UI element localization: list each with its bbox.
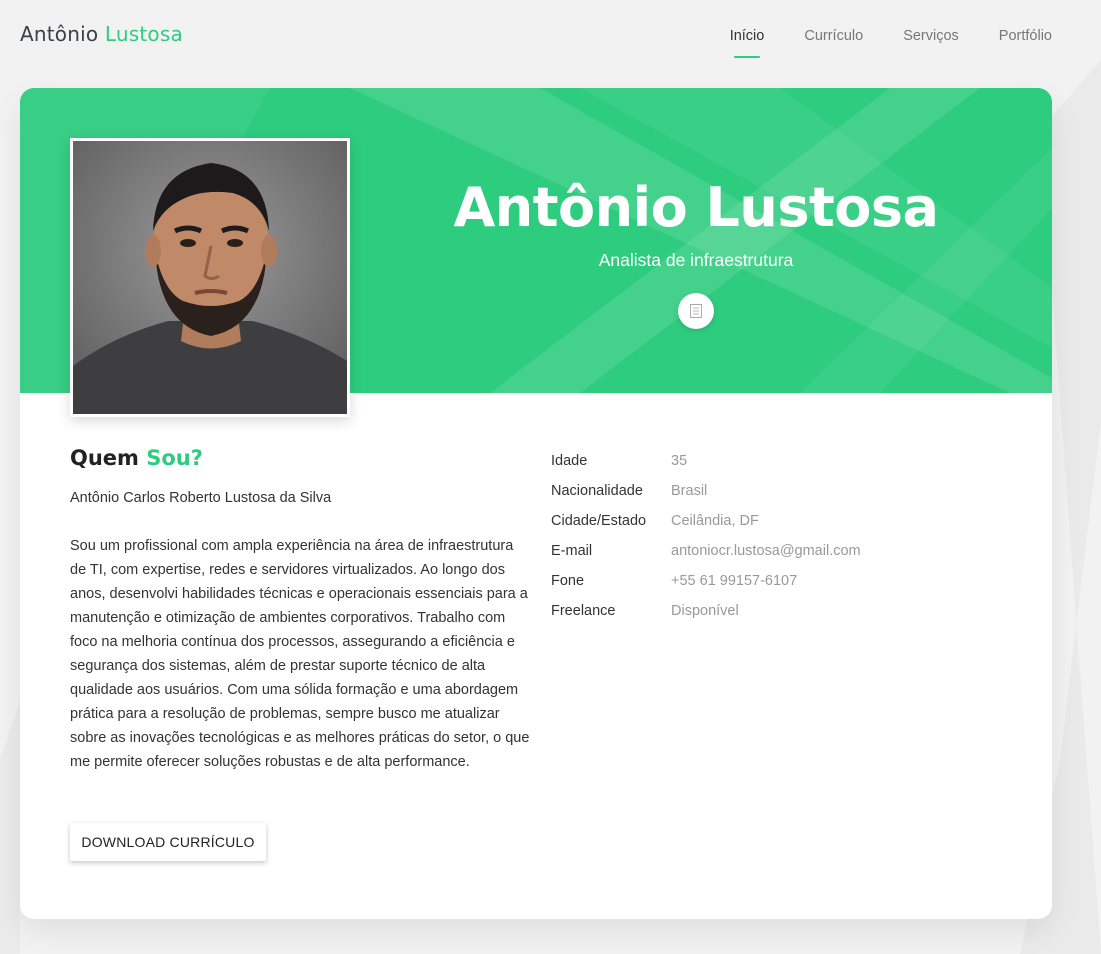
info-label: E-mail bbox=[551, 543, 593, 559]
info-value: Disponível bbox=[671, 603, 739, 619]
download-cv-button[interactable]: DOWNLOAD CURRÍCULO bbox=[70, 823, 266, 861]
site-header: Antônio Lustosa Início Currículo Serviço… bbox=[0, 0, 1101, 74]
info-row-nationality: Nacionalidade Brasil bbox=[551, 476, 861, 506]
info-value: Ceilândia, DF bbox=[671, 513, 759, 529]
info-row-age: Idade 35 bbox=[551, 446, 861, 476]
profile-card: Antônio Lustosa Analista de infraestrutu… bbox=[20, 88, 1052, 919]
info-row-freelance: Freelance Disponível bbox=[551, 596, 861, 626]
phone-link[interactable]: +55 61 99157-6107 bbox=[671, 573, 797, 589]
email-link[interactable]: antoniocr.lustosa@gmail.com bbox=[671, 543, 861, 559]
nav-curriculo[interactable]: Currículo bbox=[804, 28, 863, 44]
info-label: Fone bbox=[551, 573, 585, 589]
bio-text: Sou um profissional com ampla experiênci… bbox=[70, 538, 530, 770]
cv-document-button[interactable] bbox=[678, 293, 714, 329]
logo-first-name: Antônio bbox=[20, 22, 99, 46]
info-value: Brasil bbox=[671, 483, 708, 499]
info-label: Nacionalidade bbox=[551, 483, 643, 499]
info-label: Idade bbox=[551, 453, 588, 469]
hero-role: Analista de infraestrutura bbox=[598, 250, 794, 270]
profile-photo-illustration bbox=[73, 141, 347, 414]
site-logo[interactable]: Antônio Lustosa bbox=[20, 22, 183, 46]
personal-info-list: Idade 35 Nacionalidade Brasil Cidade/Est… bbox=[551, 446, 861, 626]
info-row-phone: Fone +55 61 99157-6107 bbox=[551, 566, 861, 596]
nav-servicos[interactable]: Serviços bbox=[903, 28, 959, 44]
about-title: Quem Sou? bbox=[70, 446, 203, 470]
info-row-email: E-mail antoniocr.lustosa@gmail.com bbox=[551, 536, 861, 566]
profile-photo-frame bbox=[70, 138, 350, 417]
info-label: Cidade/Estado bbox=[551, 513, 647, 529]
profile-photo bbox=[73, 141, 347, 414]
hero-name: Antônio Lustosa bbox=[453, 176, 940, 239]
logo-last-name: Lustosa bbox=[104, 22, 183, 46]
info-value: 35 bbox=[671, 453, 688, 469]
full-name: Antônio Carlos Roberto Lustosa da Silva bbox=[70, 490, 332, 506]
nav-inicio[interactable]: Início bbox=[730, 28, 764, 58]
about-title-first: Quem bbox=[70, 446, 139, 470]
nav-portfolio[interactable]: Portfólio bbox=[999, 28, 1052, 44]
document-icon bbox=[690, 304, 702, 318]
about-title-second: Sou? bbox=[146, 446, 203, 470]
info-label: Freelance bbox=[551, 603, 616, 619]
main-nav: Início Currículo Serviços Portfólio bbox=[690, 28, 1052, 58]
info-row-city: Cidade/Estado Ceilândia, DF bbox=[551, 506, 861, 536]
